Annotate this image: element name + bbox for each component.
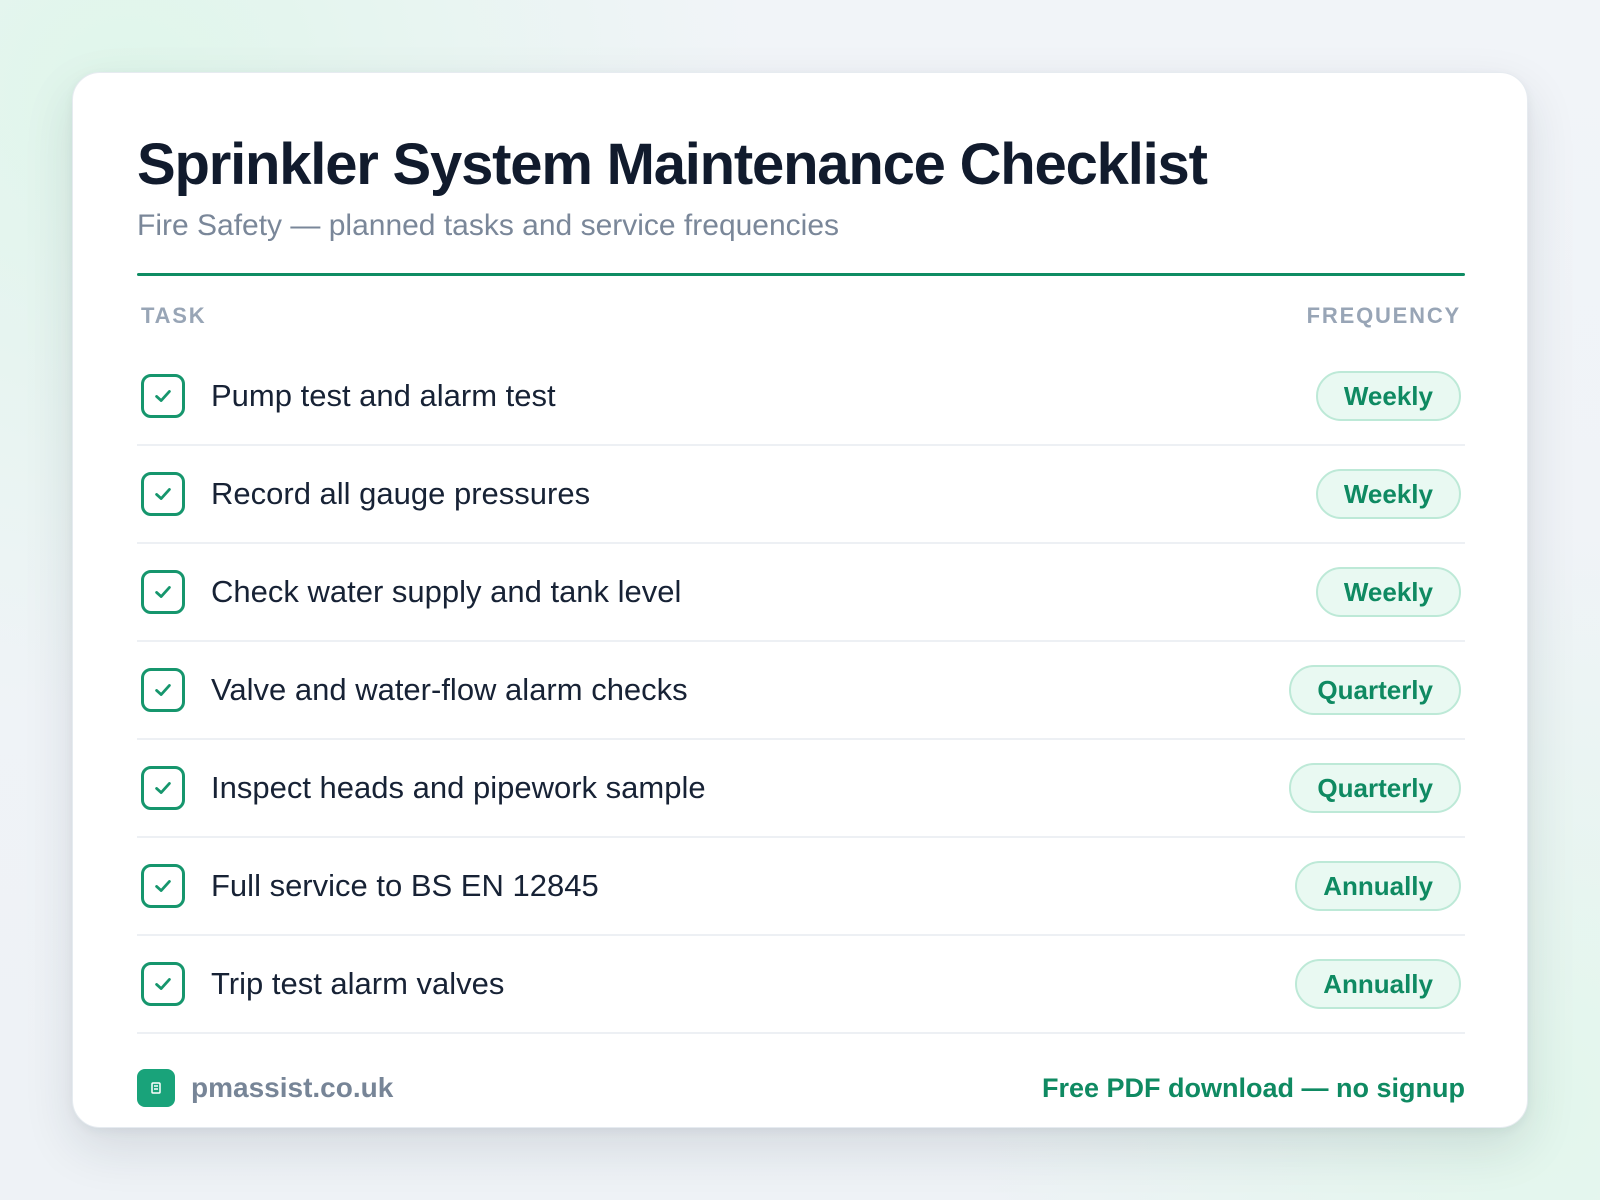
task-column-header: TASK [141, 303, 207, 328]
task-label: Full service to BS EN 12845 [211, 867, 599, 903]
task-row: Pump test and alarm test Weekly [137, 348, 1465, 446]
task-label: Record all gauge pressures [211, 475, 591, 511]
checkbox-icon[interactable] [141, 864, 185, 908]
check-icon [155, 390, 171, 402]
checkbox-icon[interactable] [141, 374, 185, 418]
task-row: Inspect heads and pipework sample Quarte… [137, 740, 1465, 838]
checkbox-icon[interactable] [141, 766, 185, 810]
frequency-badge: Weekly [1315, 371, 1461, 421]
task-row-left: Inspect heads and pipework sample [137, 766, 706, 810]
task-row-left: Record all gauge pressures [137, 472, 590, 516]
brand-link[interactable]: pmassist.co.uk [191, 1072, 393, 1104]
free-pdf-download-link[interactable]: Free PDF download — no signup [1042, 1073, 1465, 1104]
task-label: Inspect heads and pipework sample [211, 769, 706, 805]
check-icon [155, 488, 171, 500]
checkbox-icon[interactable] [141, 962, 185, 1006]
task-row: Full service to BS EN 12845 Annually [137, 838, 1465, 936]
table-header: TASK FREQUENCY [137, 276, 1465, 356]
building-icon [151, 1082, 161, 1094]
frequency-badge: Quarterly [1289, 763, 1461, 813]
brand: pmassist.co.uk [137, 1069, 393, 1107]
page-title: Sprinkler System Maintenance Checklist [137, 132, 1208, 197]
task-row-left: Full service to BS EN 12845 [137, 864, 599, 908]
frequency-badge: Annually [1295, 959, 1461, 1009]
task-row: Trip test alarm valves Annually [137, 936, 1465, 1034]
task-row-left: Valve and water-flow alarm checks [137, 668, 688, 712]
check-icon [155, 978, 171, 990]
frequency-badge: Weekly [1315, 469, 1461, 519]
task-row: Record all gauge pressures Weekly [137, 446, 1465, 544]
building-icon [137, 1069, 175, 1107]
page-subtitle: Fire Safety — planned tasks and service … [137, 209, 840, 242]
task-row: Check water supply and tank level Weekly [137, 544, 1465, 642]
check-icon [155, 782, 171, 794]
task-label: Trip test alarm valves [211, 965, 505, 1001]
task-label: Check water supply and tank level [211, 573, 682, 609]
checkbox-icon[interactable] [141, 570, 185, 614]
frequency-badge: Weekly [1315, 567, 1461, 617]
checkbox-icon[interactable] [141, 668, 185, 712]
frequency-badge: Quarterly [1289, 665, 1461, 715]
check-icon [155, 684, 171, 696]
card-content: Sprinkler System Maintenance Checklist F… [137, 125, 1465, 1107]
frequency-column-header: FREQUENCY [1306, 303, 1461, 328]
task-list: Pump test and alarm test Weekly Record a… [137, 348, 1465, 1034]
frequency-badge: Annually [1295, 861, 1461, 911]
check-icon [155, 880, 171, 892]
checkbox-icon[interactable] [141, 472, 185, 516]
task-label: Valve and water-flow alarm checks [211, 671, 688, 707]
checklist-card: Sprinkler System Maintenance Checklist F… [72, 72, 1528, 1128]
task-row-left: Trip test alarm valves [137, 962, 504, 1006]
task-label: Pump test and alarm test [211, 377, 556, 413]
card-footer: pmassist.co.uk Free PDF download — no si… [137, 1068, 1465, 1108]
task-row-left: Check water supply and tank level [137, 570, 681, 614]
task-row-left: Pump test and alarm test [137, 374, 556, 418]
check-icon [155, 586, 171, 598]
task-row: Valve and water-flow alarm checks Quarte… [137, 642, 1465, 740]
